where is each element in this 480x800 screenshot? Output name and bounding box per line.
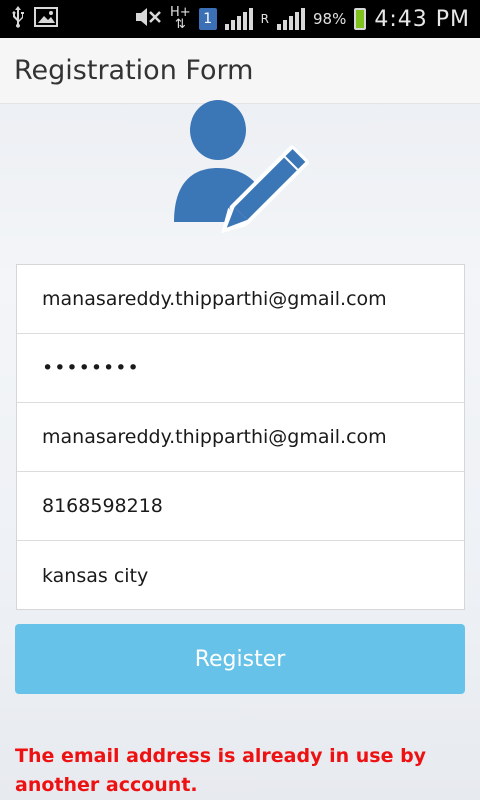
roaming-signal-icon	[277, 8, 305, 30]
network-type-label: H+	[169, 5, 191, 20]
user-edit-icon	[170, 100, 320, 242]
usb-icon	[10, 6, 26, 32]
sim-icon: 1	[198, 8, 217, 30]
register-button[interactable]: Register	[15, 624, 465, 694]
image-icon	[34, 7, 58, 31]
battery-icon	[354, 8, 367, 30]
signal-icon	[224, 8, 253, 30]
error-message: The email address is already in use by a…	[15, 745, 427, 796]
phone-field[interactable]: 8168598218	[17, 472, 464, 541]
email-field[interactable]: manasareddy.thipparthi@gmail.com	[17, 265, 464, 334]
password-field[interactable]: ••••••••	[17, 334, 464, 403]
mute-icon	[134, 6, 162, 32]
confirm-email-field[interactable]: manasareddy.thipparthi@gmail.com	[17, 403, 464, 472]
city-field[interactable]: kansas city	[17, 541, 464, 610]
page-title: Registration Form	[14, 55, 254, 86]
action-bar: Registration Form	[0, 38, 480, 104]
battery-percent: 98%	[313, 10, 347, 28]
battery-fill	[356, 10, 365, 28]
status-bar-right: H+ ⇅ 1 R 98% 4:43 PM	[134, 6, 470, 32]
status-bar-left	[10, 6, 58, 32]
status-bar: H+ ⇅ 1 R 98% 4:43 PM	[0, 0, 480, 38]
registration-form: manasareddy.thipparthi@gmail.com •••••••…	[16, 264, 465, 610]
data-icon: H+ ⇅	[169, 5, 191, 32]
clock: 4:43 PM	[374, 6, 470, 32]
roaming-indicator: R	[260, 12, 269, 26]
